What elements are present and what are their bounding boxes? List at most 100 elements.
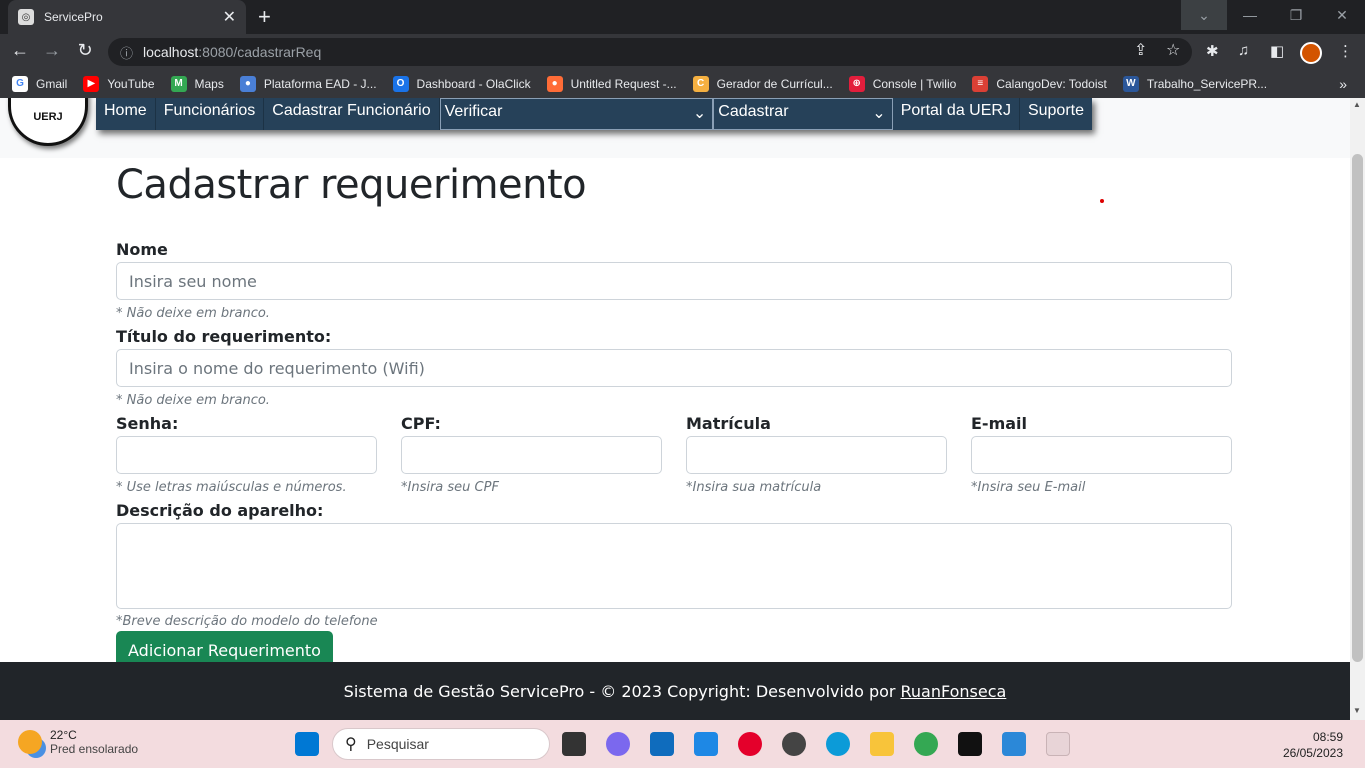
menu-icon[interactable]: ⋮ xyxy=(1338,42,1353,60)
bookmark-favicon-icon: C xyxy=(692,76,709,92)
titulo-input[interactable]: Insira o nome do requerimento (Wifi) xyxy=(116,349,1232,387)
bookmark-item[interactable]: ≡ CalangoDev: Todoist xyxy=(972,76,1107,92)
file-explorer-icon[interactable] xyxy=(870,732,894,756)
bookmark-star-icon[interactable]: ☆ xyxy=(1166,40,1180,60)
weather-widget[interactable]: 22°C Pred ensolarado xyxy=(18,728,138,756)
verificar-select[interactable]: Verificar ⌄ xyxy=(439,98,714,130)
nav-home[interactable]: Home xyxy=(96,98,156,130)
store-icon[interactable] xyxy=(650,732,674,756)
snipping-tool-icon[interactable] xyxy=(1046,732,1070,756)
bookmark-favicon-icon: W xyxy=(1122,76,1139,92)
scroll-up-icon[interactable]: ▲ xyxy=(1353,100,1361,109)
descricao-label: Descrição do aparelho: xyxy=(116,501,324,520)
cpf-group: CPF: *Insira seu CPF xyxy=(401,414,662,495)
forward-icon[interactable]: → xyxy=(40,40,64,61)
senha-input[interactable] xyxy=(116,436,377,474)
back-icon[interactable]: ← xyxy=(8,40,32,61)
bookmark-item[interactable]: W Trabalho_ServicePR... xyxy=(1122,76,1267,92)
scroll-down-icon[interactable]: ▼ xyxy=(1353,706,1361,715)
verificar-select-value: Verificar xyxy=(444,103,503,120)
taskbar-search[interactable]: ⚲ Pesquisar xyxy=(332,728,550,760)
browser-tab[interactable]: ◎ ServicePro ✕ xyxy=(8,0,246,34)
bookmark-label: Console | Twilio xyxy=(872,77,957,91)
extensions-icon[interactable]: ✱ xyxy=(1206,42,1219,60)
nav-cadastrar-funcionario[interactable]: Cadastrar Funcionário xyxy=(264,98,440,130)
bookmark-label: Untitled Request -... xyxy=(570,77,677,91)
notepad-icon[interactable] xyxy=(1002,732,1026,756)
cadastrar-select[interactable]: Cadastrar ⌄ xyxy=(713,98,893,130)
matricula-input[interactable] xyxy=(686,436,947,474)
bookmark-item[interactable]: G Gmail xyxy=(12,76,67,92)
url-host: localhost xyxy=(143,44,199,60)
weather-sun-icon xyxy=(18,730,42,754)
email-input[interactable] xyxy=(971,436,1232,474)
bookmark-item[interactable]: ▶ YouTube xyxy=(83,76,155,92)
email-group: E-mail *Insira seu E-mail xyxy=(971,414,1232,495)
tab-close-icon[interactable]: ✕ xyxy=(223,7,236,27)
bookmark-item[interactable]: ⊕ Console | Twilio xyxy=(848,76,957,92)
start-icon[interactable] xyxy=(295,732,319,756)
taskbar-search-text: Pesquisar xyxy=(366,736,429,752)
chevron-down-icon: ⌄ xyxy=(872,105,886,122)
site-info-icon[interactable]: ⓘ xyxy=(120,43,133,62)
dell-icon[interactable] xyxy=(782,732,806,756)
bookmarks-bar: G Gmail ▶ YouTube M Maps ● Plataforma EAD - J..… xyxy=(0,70,1365,98)
page-scrollbar[interactable]: ▲ ▼ xyxy=(1350,98,1365,720)
senha-group: Senha: * Use letras maiúsculas e números… xyxy=(116,414,377,495)
bookmark-favicon-icon: M xyxy=(170,76,187,92)
titulo-label: Título do requerimento: xyxy=(116,327,332,346)
nome-input[interactable]: Insira seu nome xyxy=(116,262,1232,300)
bookmark-item[interactable]: M Maps xyxy=(170,76,224,92)
intellij-icon[interactable] xyxy=(958,732,982,756)
new-tab-button[interactable]: + xyxy=(258,4,271,30)
bookmark-label: Maps xyxy=(194,77,224,91)
senha-hint: * Use letras maiúsculas e números. xyxy=(116,480,347,495)
cpf-hint: *Insira seu CPF xyxy=(401,480,499,495)
email-label: E-mail xyxy=(971,414,1028,433)
tab-favicon-icon: ◎ xyxy=(18,9,34,25)
page-title: Cadastrar requerimento xyxy=(116,162,587,208)
email-hint: *Insira seu E-mail xyxy=(971,480,1086,495)
teams-icon[interactable] xyxy=(606,732,630,756)
profile-avatar[interactable] xyxy=(1300,42,1322,64)
restore-icon[interactable]: ❐ xyxy=(1273,0,1319,30)
bookmark-item[interactable]: O Dashboard - OlaClick xyxy=(392,76,531,92)
scrollbar-thumb[interactable] xyxy=(1352,154,1363,662)
bookmark-item[interactable]: C Gerador de Currícul... xyxy=(692,76,833,92)
descricao-textarea[interactable] xyxy=(116,523,1232,609)
tab-search-icon[interactable]: ⌄ xyxy=(1181,0,1227,30)
clock-date: 26/05/2023 xyxy=(1282,746,1343,760)
bookmark-item[interactable]: ● Untitled Request -... xyxy=(546,76,677,92)
nome-placeholder: Insira seu nome xyxy=(129,271,257,291)
nav-suporte[interactable]: Suporte xyxy=(1020,98,1092,130)
reload-icon[interactable]: ↻ xyxy=(73,40,97,61)
bookmarks-more-icon[interactable]: » xyxy=(1339,76,1347,92)
bookmark-favicon-icon: ● xyxy=(546,76,563,92)
task-view-icon[interactable] xyxy=(562,732,586,756)
media-icon[interactable]: ♫ xyxy=(1238,42,1249,59)
bookmark-label: Dashboard - OlaClick xyxy=(416,77,531,91)
browser-toolbar: ← → ↻ ⓘ localhost :8080/cadastrarReq ⇪ ☆… xyxy=(0,34,1365,70)
edge-icon[interactable] xyxy=(826,732,850,756)
bookmark-item[interactable]: ● Plataforma EAD - J... xyxy=(239,76,377,92)
close-window-icon[interactable]: ✕ xyxy=(1319,0,1365,30)
cadastrar-select-value: Cadastrar xyxy=(718,103,789,120)
browser-tab-bar: ◎ ServicePro ✕ + ⌄ — ❐ ✕ xyxy=(0,0,1365,34)
bookmark-favicon-icon: ⊕ xyxy=(848,76,865,92)
share-icon[interactable]: ⇪ xyxy=(1134,40,1147,60)
bookmark-favicon-icon: ● xyxy=(239,76,256,92)
chrome-icon[interactable] xyxy=(914,732,938,756)
nome-label: Nome xyxy=(116,240,168,259)
nav-funcionarios[interactable]: Funcionários xyxy=(156,98,265,130)
nav-portal-uerj[interactable]: Portal da UERJ xyxy=(893,98,1020,130)
cpf-input[interactable] xyxy=(401,436,662,474)
side-panel-icon[interactable]: ◧ xyxy=(1270,42,1284,60)
system-clock[interactable]: 08:59 26/05/2023 xyxy=(1283,729,1343,761)
matricula-label: Matrícula xyxy=(686,414,771,433)
footer-author-link[interactable]: RuanFonseca xyxy=(900,682,1006,701)
minimize-icon[interactable]: — xyxy=(1227,0,1273,30)
page-viewport: UERJ Home Funcionários Cadastrar Funcion… xyxy=(0,98,1350,720)
opera-icon[interactable] xyxy=(738,732,762,756)
mail-icon[interactable] xyxy=(694,732,718,756)
address-bar[interactable]: ⓘ localhost :8080/cadastrarReq xyxy=(108,38,1192,66)
